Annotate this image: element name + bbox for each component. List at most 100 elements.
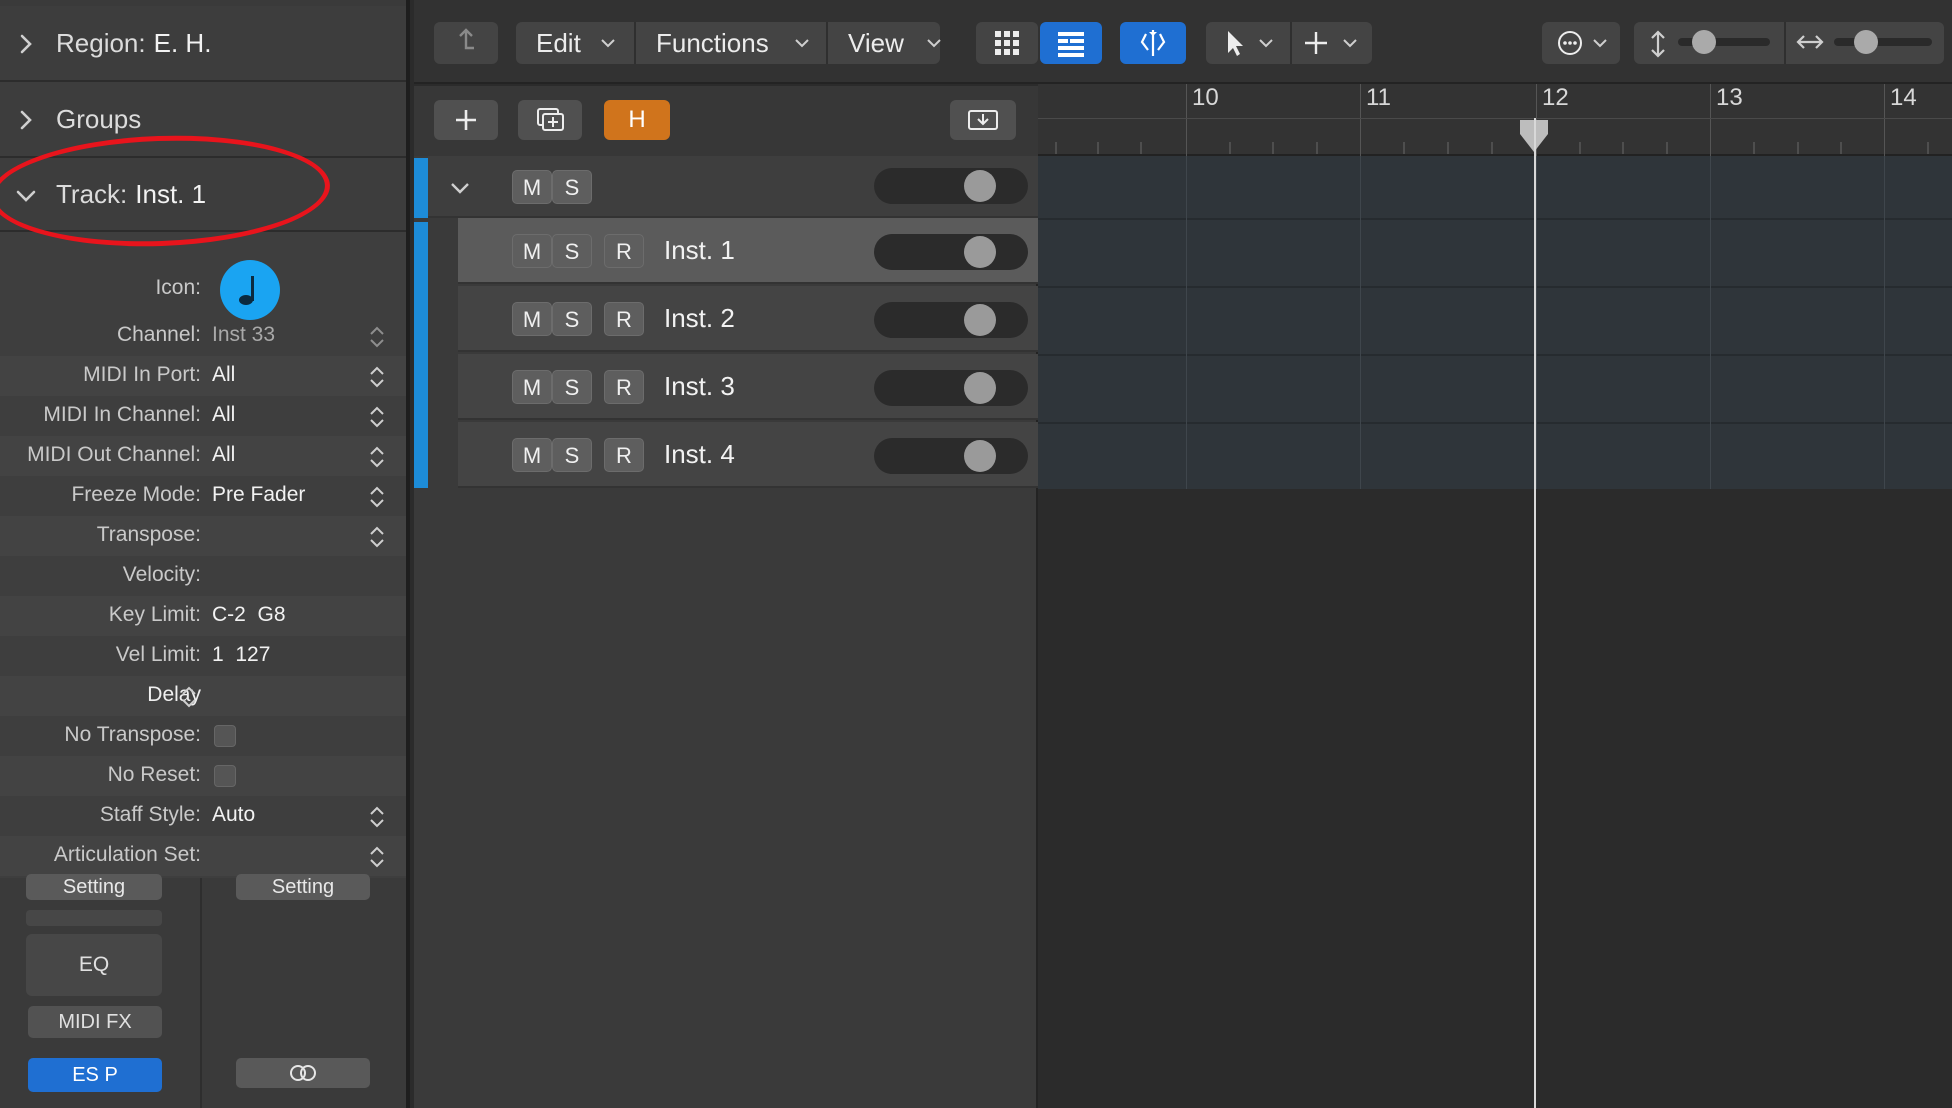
slider-thumb[interactable]: [1692, 30, 1716, 54]
lane-divider: [1038, 354, 1952, 356]
no-transpose-checkbox[interactable]: [214, 725, 236, 747]
prop-no-transpose[interactable]: No Transpose:: [0, 716, 406, 756]
mute-button[interactable]: M: [512, 234, 552, 268]
inspector-panel: Region: E. H. Groups Track: Inst. 1 Icon: …: [0, 0, 410, 1108]
horizontal-zoom-icon: [1796, 35, 1824, 49]
track-icon[interactable]: [220, 260, 280, 320]
bar-ruler[interactable]: 10 11 12 13 14: [1038, 84, 1952, 156]
setting-button-left[interactable]: Setting: [26, 874, 162, 900]
mute-button[interactable]: M: [512, 302, 552, 336]
toolbar-divider: [634, 22, 636, 64]
volume-knob[interactable]: [964, 304, 996, 336]
up-level-button[interactable]: [434, 22, 498, 64]
slider-thumb[interactable]: [1854, 30, 1878, 54]
record-enable-button[interactable]: R: [604, 438, 644, 472]
grid-line: [1884, 156, 1885, 489]
solo-button[interactable]: S: [552, 234, 592, 268]
mute-button[interactable]: M: [512, 438, 552, 472]
crosshair-icon: [1305, 32, 1357, 54]
prop-freeze-mode[interactable]: Freeze Mode: Pre Fader: [0, 476, 406, 516]
chevron-down-icon[interactable]: [448, 176, 472, 200]
no-reset-checkbox[interactable]: [214, 765, 236, 787]
functions-menu[interactable]: Functions: [656, 28, 769, 59]
view-menu[interactable]: View: [848, 28, 904, 59]
region-name: E. H.: [153, 27, 212, 58]
prop-channel[interactable]: Channel: Inst 33: [0, 316, 406, 356]
setting-button-right[interactable]: Setting: [236, 874, 370, 900]
playhead-line[interactable]: [1534, 118, 1536, 1108]
record-enable-button[interactable]: R: [604, 302, 644, 336]
catch-playhead-button[interactable]: [1120, 22, 1186, 64]
prop-midi-in-port[interactable]: MIDI In Port: All: [0, 356, 406, 396]
toolbar-divider: [1784, 22, 1786, 64]
solo-button[interactable]: S: [552, 438, 592, 472]
solo-button[interactable]: S: [552, 302, 592, 336]
mute-button[interactable]: M: [512, 170, 552, 204]
prop-midi-out-channel[interactable]: MIDI Out Channel: All: [0, 436, 406, 476]
track-name[interactable]: Inst. 4: [664, 439, 735, 470]
horizontal-zoom-slider[interactable]: [1834, 30, 1932, 54]
volume-slider[interactable]: [874, 438, 1028, 474]
track-row-inst-4[interactable]: M S R Inst. 4: [458, 422, 1038, 488]
prop-midi-in-channel[interactable]: MIDI In Channel: All: [0, 396, 406, 436]
volume-knob[interactable]: [964, 236, 996, 268]
solo-button[interactable]: S: [552, 370, 592, 404]
volume-knob[interactable]: [964, 372, 996, 404]
pointer-tool-menu[interactable]: [1206, 22, 1290, 64]
solo-button[interactable]: S: [552, 170, 592, 204]
prop-staff-style[interactable]: Staff Style: Auto: [0, 796, 406, 836]
volume-slider[interactable]: [874, 234, 1028, 270]
volume-knob[interactable]: [964, 440, 996, 472]
prop-delay[interactable]: Delay: [0, 676, 406, 716]
record-enable-button[interactable]: R: [604, 234, 644, 268]
volume-knob[interactable]: [964, 170, 996, 202]
stepper-icon: [370, 446, 384, 468]
prop-key-limit[interactable]: Key Limit: C-2 G8: [0, 596, 406, 636]
vertical-zoom-icon: [1651, 30, 1665, 58]
region-label: Region: E. H.: [56, 27, 212, 58]
track-name[interactable]: Inst. 2: [664, 303, 735, 334]
eq-display[interactable]: EQ: [26, 934, 162, 996]
track-name[interactable]: Inst. 1: [664, 235, 735, 266]
list-editor-icon: [1058, 32, 1084, 57]
record-enable-button[interactable]: R: [604, 370, 644, 404]
volume-slider[interactable]: [874, 370, 1028, 406]
edit-menu[interactable]: Edit: [536, 28, 581, 59]
stereo-link-button[interactable]: [236, 1058, 370, 1088]
strip-slot[interactable]: [26, 910, 162, 926]
track-row-inst-3[interactable]: M S R Inst. 3: [458, 354, 1038, 420]
marquee-tool-menu[interactable]: [1292, 22, 1372, 64]
volume-slider[interactable]: [874, 168, 1028, 204]
track-row-inst-1[interactable]: M S R Inst. 1: [458, 218, 1038, 284]
groups-label: Groups: [56, 103, 142, 134]
more-options-button[interactable]: [1542, 22, 1620, 64]
tracks-area[interactable]: [1038, 156, 1952, 1108]
midi-fx-slot[interactable]: MIDI FX: [28, 1006, 162, 1038]
track-name[interactable]: Inst. 3: [664, 371, 735, 402]
catch-content-button[interactable]: [950, 100, 1016, 140]
prop-velocity[interactable]: Velocity:: [0, 556, 406, 596]
vertical-zoom-slider[interactable]: [1678, 30, 1770, 54]
stepper-icon: [370, 366, 384, 388]
chevron-right-icon: [20, 34, 32, 54]
catch-icon: [1140, 30, 1166, 56]
folder-track-row[interactable]: M S: [428, 156, 1038, 218]
mute-button[interactable]: M: [512, 370, 552, 404]
add-track-button[interactable]: [434, 100, 498, 140]
grid-view-button[interactable]: [976, 22, 1038, 64]
lane-divider: [1038, 422, 1952, 424]
prop-transpose[interactable]: Transpose:: [0, 516, 406, 556]
prop-vel-limit[interactable]: Vel Limit: 1 127: [0, 636, 406, 676]
prop-no-reset[interactable]: No Reset:: [0, 756, 406, 796]
volume-slider[interactable]: [874, 302, 1028, 338]
region-inspector-header[interactable]: Region: E. H.: [0, 6, 406, 82]
hide-tracks-button[interactable]: H: [604, 100, 670, 140]
list-editors-button[interactable]: [1040, 22, 1102, 64]
track-row-inst-2[interactable]: M S R Inst. 2: [458, 286, 1038, 352]
prop-articulation-set[interactable]: Articulation Set:: [0, 836, 406, 876]
instrument-slot[interactable]: ES P: [28, 1058, 162, 1092]
stepper-icon: [370, 806, 384, 828]
duplicate-track-button[interactable]: [518, 100, 582, 140]
chevron-right-icon: [20, 110, 32, 130]
lane-divider: [1038, 286, 1952, 288]
